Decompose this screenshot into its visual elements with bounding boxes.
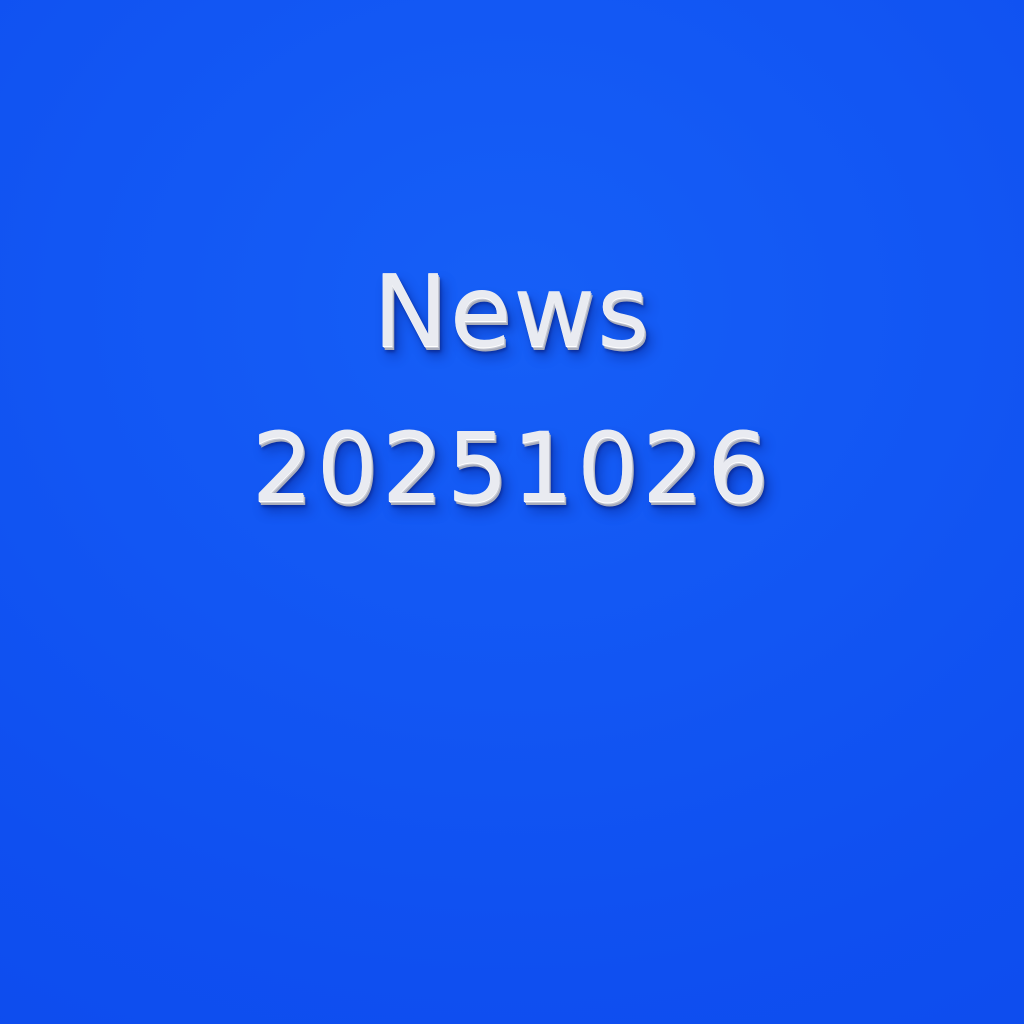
headline-word: News: [372, 253, 652, 370]
title-block: News 20251026: [0, 0, 1024, 1024]
headline-date: 20251026: [251, 412, 773, 524]
